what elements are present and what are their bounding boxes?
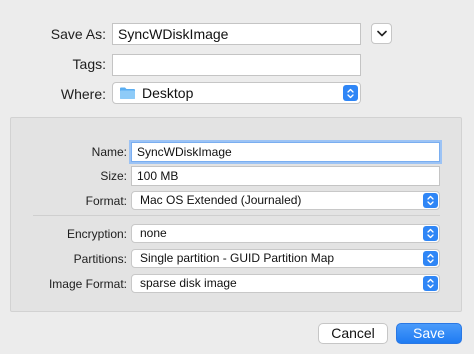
tags-input[interactable]: [112, 54, 361, 76]
folder-icon: [120, 87, 135, 99]
stepper-icon: [423, 251, 438, 266]
encryption-select[interactable]: none: [131, 224, 440, 243]
format-label: Format:: [85, 194, 127, 208]
expand-toggle-button[interactable]: [371, 23, 392, 44]
stepper-icon: [343, 85, 358, 101]
name-input[interactable]: SyncWDiskImage: [131, 142, 440, 162]
format-select[interactable]: Mac OS Extended (Journaled): [131, 191, 440, 210]
format-value: Mac OS Extended (Journaled): [140, 193, 302, 207]
image-format-value: sparse disk image: [140, 276, 237, 290]
save-as-label: Save As:: [50, 26, 106, 42]
stepper-icon: [423, 276, 438, 291]
where-select[interactable]: Desktop: [112, 82, 361, 104]
image-format-label: Image Format:: [48, 277, 127, 291]
where-value: Desktop: [142, 85, 194, 101]
stepper-icon: [423, 193, 438, 208]
cancel-button[interactable]: Cancel: [318, 323, 388, 344]
partitions-label: Partitions:: [73, 252, 127, 266]
image-format-select[interactable]: sparse disk image: [131, 274, 440, 293]
save-button[interactable]: Save: [396, 323, 462, 344]
tags-label: Tags:: [72, 56, 106, 72]
save-as-input[interactable]: SyncWDiskImage: [112, 23, 361, 45]
partitions-value: Single partition - GUID Partition Map: [140, 251, 335, 265]
chevron-down-icon: [376, 30, 387, 37]
encryption-value: none: [140, 226, 167, 240]
stepper-icon: [423, 226, 438, 241]
encryption-label: Encryption:: [66, 227, 127, 241]
partitions-select[interactable]: Single partition - GUID Partition Map: [131, 249, 440, 268]
size-input[interactable]: 100 MB: [131, 166, 440, 186]
size-label: Size:: [100, 169, 127, 183]
where-label: Where:: [60, 86, 106, 102]
name-label: Name:: [91, 145, 127, 159]
divider: [33, 215, 440, 216]
